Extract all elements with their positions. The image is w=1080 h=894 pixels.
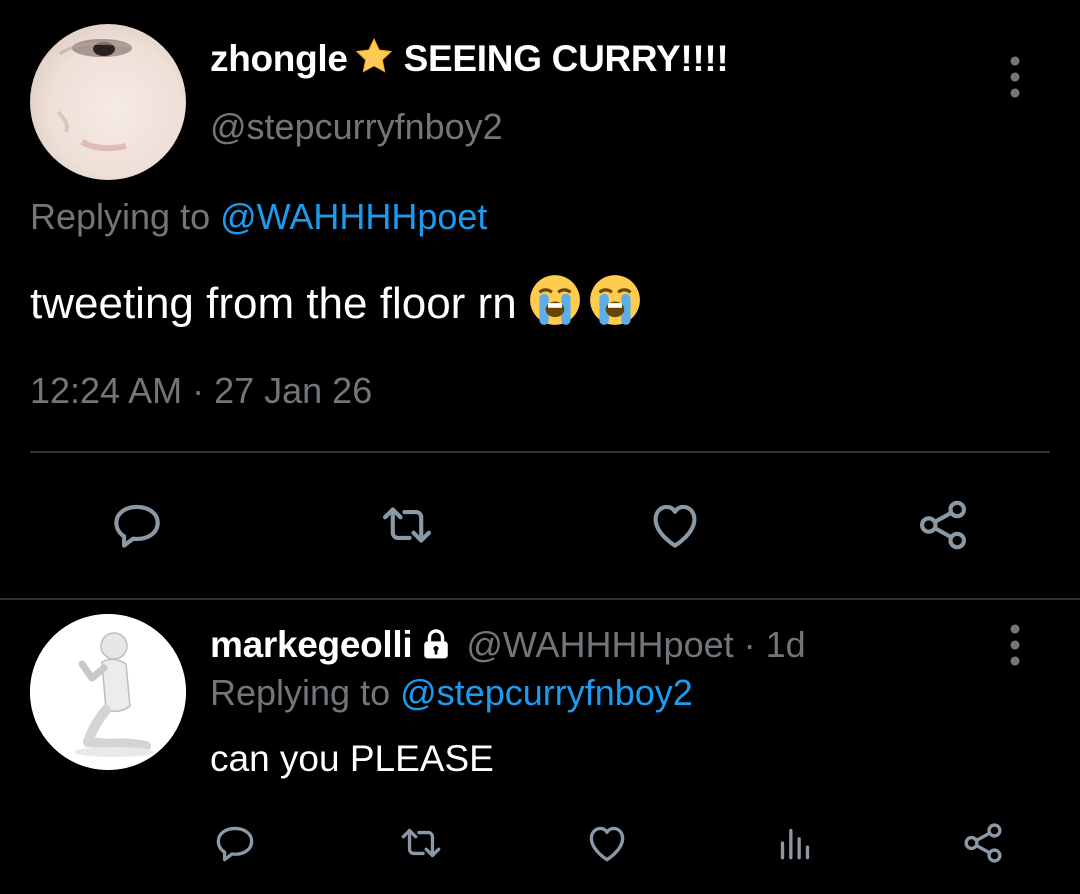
author-name-line[interactable]: zhongle SEEING CURRY!!!!	[210, 36, 729, 85]
avatar[interactable]	[30, 614, 186, 770]
more-options-icon[interactable]	[1000, 54, 1030, 100]
display-name-suffix: SEEING CURRY!!!!	[403, 38, 729, 79]
loudly-crying-face-emoji-icon	[527, 272, 583, 339]
replying-handle-link[interactable]: @stepcurryfnboy2	[400, 672, 693, 713]
replying-label: Replying to	[210, 672, 391, 713]
retweet-icon[interactable]	[376, 494, 438, 556]
reply-icon[interactable]	[210, 818, 260, 868]
divider	[30, 451, 1050, 453]
display-name[interactable]: zhongle	[210, 38, 348, 79]
analytics-icon[interactable]	[770, 818, 820, 868]
like-icon[interactable]	[644, 494, 706, 556]
divider	[0, 598, 1080, 600]
star-emoji-icon	[354, 36, 394, 85]
more-options-icon[interactable]	[1000, 622, 1030, 668]
tweet-text: tweeting from the floor rn	[30, 272, 643, 339]
replying-label: Replying to	[30, 196, 211, 237]
replying-handle-link[interactable]: @WAHHHHpoet	[220, 196, 487, 237]
lock-icon	[420, 627, 452, 670]
reply-text: can you PLEASE	[210, 738, 494, 779]
tweet-body: tweeting from the floor rn	[30, 279, 517, 328]
author-handle[interactable]: @stepcurryfnboy2	[210, 106, 503, 148]
display-name[interactable]: markegeolli	[210, 624, 413, 665]
reply-handle-time[interactable]: @WAHHHHpoet · 1d	[466, 624, 805, 665]
like-icon[interactable]	[582, 818, 632, 868]
replying-to: Replying to @stepcurryfnboy2	[210, 672, 693, 714]
tweet-timestamp[interactable]: 12:24 AM · 27 Jan 26	[30, 370, 372, 412]
reply-author-line[interactable]: markegeolli @WAHHHHpoet · 1d	[210, 624, 806, 670]
reply-icon[interactable]	[106, 494, 168, 556]
retweet-icon[interactable]	[396, 818, 446, 868]
loudly-crying-face-emoji-icon	[587, 272, 643, 339]
avatar[interactable]	[30, 24, 186, 180]
share-icon[interactable]	[958, 818, 1008, 868]
share-icon[interactable]	[912, 494, 974, 556]
replying-to: Replying to @WAHHHHpoet	[30, 196, 487, 238]
